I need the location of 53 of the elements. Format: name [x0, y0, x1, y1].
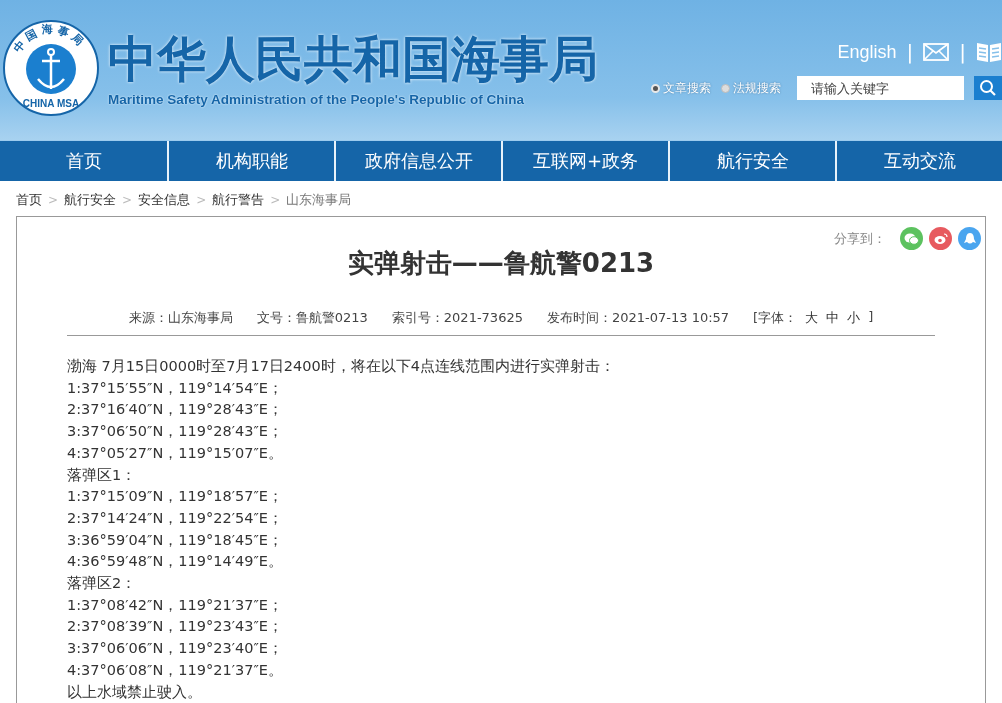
book-icon[interactable]	[976, 41, 1002, 63]
body-text: 4:37°06′08″N，119°21′37″E。	[67, 660, 284, 680]
breadcrumb-link[interactable]: 首页	[16, 191, 42, 209]
mail-icon[interactable]	[923, 43, 950, 61]
share-label: 分享到：	[834, 229, 886, 248]
body-text: 2:37°16′40″N，119°28′43″E；	[67, 400, 284, 420]
breadcrumb-link[interactable]: 安全信息	[138, 191, 191, 209]
breadcrumb-separator: >	[270, 193, 281, 207]
site-title: 中华人民共和国海事局	[108, 29, 598, 90]
body-text: 3:37°06′06″N，119°23′40″E；	[67, 639, 284, 659]
font-size-link[interactable]: 小	[847, 309, 861, 327]
body-text: 1:37°15′09″N，119°18′57″E；	[67, 487, 284, 507]
divider: |	[959, 40, 966, 64]
body-text: 1:37°15′55″N，119°14′54″E；	[67, 378, 284, 398]
nav-item[interactable]: 互联网+政务	[501, 141, 668, 181]
breadcrumb-link[interactable]: 航行警告	[212, 191, 265, 209]
body-text: 2:37°08′39″N，119°23′43″E；	[67, 617, 284, 637]
body-text: 渤海 7月15日0000时至7月17日2400时，将在以下4点连线范围内进行实弹射击：	[67, 357, 616, 376]
divider: |	[906, 40, 914, 64]
site-subtitle: Maritime Safety Administration of the People's Republic of China	[108, 91, 525, 107]
font-size-link[interactable]: 中	[826, 309, 840, 327]
nav-item[interactable]: 互动交流	[835, 141, 1002, 181]
font-size-link[interactable]: 大	[805, 309, 819, 327]
body-text: 4:37°05′27″N，119°15′07″E。	[67, 443, 284, 463]
font-size-label: [字体：	[753, 309, 798, 327]
body-text: 3:36°59′04″N，119°18′45″E；	[67, 530, 284, 550]
chat-bubbles-icon[interactable]	[900, 227, 923, 250]
body-text: 落弹区1：	[67, 465, 138, 485]
nav-item[interactable]: 首页	[0, 141, 167, 181]
meta-text: 来源：山东海事局	[128, 309, 233, 327]
body-text: 1:37°08′42″N，119°21′37″E；	[67, 595, 284, 615]
body-text: 2:37°14′24″N，119°22′54″E；	[67, 508, 284, 528]
nav-item[interactable]: 机构职能	[167, 141, 334, 181]
breadcrumb-separator: >	[122, 193, 133, 207]
meta-text: 发布时间：2021-07-13 10:57	[546, 309, 730, 327]
body-text: 以上水域禁止驶入。	[67, 682, 203, 702]
breadcrumb-separator: >	[48, 193, 59, 207]
breadcrumb-link[interactable]: 山东海事局	[286, 191, 352, 209]
body-text: 4:36°59′48″N，119°14′49″E。	[67, 552, 284, 572]
breadcrumb-link[interactable]: 航行安全	[64, 191, 117, 209]
body-text: 3:37°06′50″N，119°28′43″E；	[67, 422, 284, 442]
meta-text: 文号：鲁航警0213	[256, 309, 368, 327]
nav-item[interactable]: 政府信息公开	[334, 141, 501, 181]
meta-text: 索引号：2021-73625	[391, 309, 523, 327]
body-text: 落弹区2：	[67, 574, 138, 594]
emblem-logo: 中国海事局 CHINA MSA	[2, 19, 100, 117]
search-button[interactable]	[974, 76, 1002, 100]
article-title: 实弹射击——鲁航警0213	[346, 247, 656, 280]
penguin-icon[interactable]	[958, 227, 981, 250]
bracket-text: ]	[868, 309, 874, 326]
eye-logo-icon[interactable]	[929, 227, 952, 250]
nav-item[interactable]: 航行安全	[668, 141, 835, 181]
breadcrumb-separator: >	[196, 193, 207, 207]
